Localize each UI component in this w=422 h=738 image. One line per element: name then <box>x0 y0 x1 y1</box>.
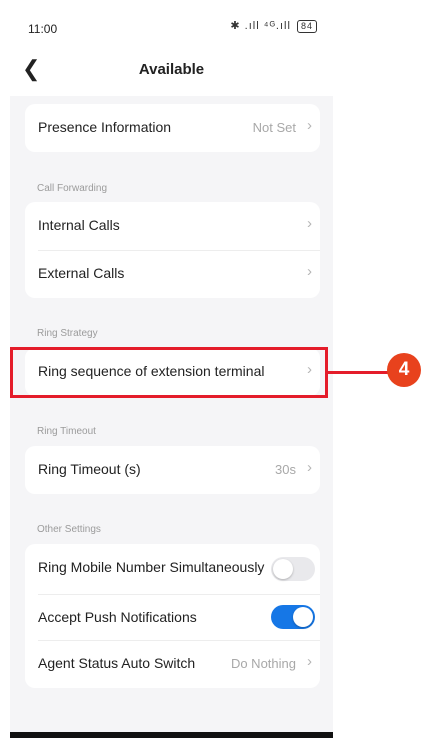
push-notifications-label: Accept Push Notifications <box>38 609 197 625</box>
chevron-right-icon: › <box>307 459 312 476</box>
push-notifications-row: Accept Push Notifications <box>25 594 320 640</box>
chevron-right-icon: › <box>307 263 312 280</box>
status-bar: 11:00 ✱ .ıll ⁴ᴳ.ıll 84 <box>10 10 333 44</box>
page-title: Available <box>138 61 205 78</box>
toggle-knob <box>293 607 313 627</box>
chevron-right-icon: › <box>307 215 312 232</box>
bottom-bar <box>10 732 333 738</box>
presence-information-value: Not Set <box>252 120 296 135</box>
status-icons: ✱ .ıll ⁴ᴳ.ıll 84 <box>230 19 317 33</box>
callout-number-badge: 4 <box>387 353 421 387</box>
ring-timeout-card: Ring Timeout (s) 30s › <box>25 446 320 494</box>
internal-calls-label: Internal Calls <box>38 217 120 233</box>
agent-status-value: Do Nothing <box>230 656 296 671</box>
callout-line <box>328 371 388 374</box>
chevron-right-icon: › <box>307 117 312 134</box>
ring-timeout-row[interactable]: Ring Timeout (s) 30s › <box>25 446 320 494</box>
presence-information-row[interactable]: Presence Information Not Set › <box>25 104 320 152</box>
ring-strategy-section-label: Ring Strategy <box>37 328 98 339</box>
ring-mobile-toggle[interactable] <box>271 557 315 581</box>
header-bar: ❮ Available <box>10 44 333 96</box>
other-settings-section-label: Other Settings <box>37 524 101 535</box>
ring-timeout-value: 30s <box>275 462 296 477</box>
agent-status-label: Agent Status Auto Switch <box>38 655 196 671</box>
external-calls-row[interactable]: External Calls › <box>25 250 320 298</box>
presence-card: Presence Information Not Set › <box>25 104 320 152</box>
ring-timeout-section-label: Ring Timeout <box>37 426 96 437</box>
agent-status-row[interactable]: Agent Status Auto Switch Do Nothing › <box>25 640 320 688</box>
push-notifications-toggle[interactable] <box>271 605 315 629</box>
toggle-knob <box>273 559 293 579</box>
presence-information-label: Presence Information <box>38 119 172 135</box>
ring-mobile-label: Ring Mobile Number Simultaneously <box>38 559 265 575</box>
ring-timeout-label: Ring Timeout (s) <box>38 461 141 477</box>
other-settings-card: Ring Mobile Number Simultaneously Accept… <box>25 544 320 688</box>
ring-mobile-row: Ring Mobile Number Simultaneously <box>25 544 320 594</box>
highlight-box <box>10 347 328 398</box>
status-time: 11:00 <box>28 22 58 36</box>
external-calls-label: External Calls <box>38 265 125 281</box>
chevron-right-icon: › <box>307 653 312 670</box>
battery-icon: 84 <box>296 20 317 33</box>
internal-calls-row[interactable]: Internal Calls › <box>25 202 320 250</box>
signal-icons: ✱ .ıll ⁴ᴳ.ıll <box>230 20 291 32</box>
call-forwarding-card: Internal Calls › External Calls › <box>25 202 320 298</box>
call-forwarding-section-label: Call Forwarding <box>37 183 108 194</box>
